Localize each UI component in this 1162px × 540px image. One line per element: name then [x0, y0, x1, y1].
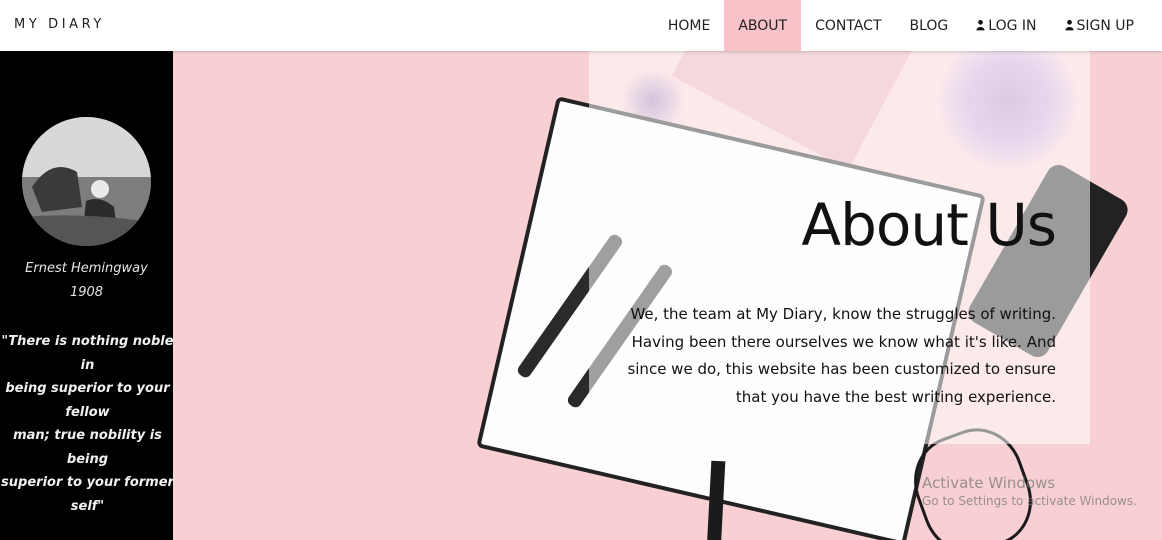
author-year: 1908 — [69, 285, 104, 300]
user-icon — [976, 19, 985, 30]
nav-blog[interactable]: BLOG — [896, 0, 963, 51]
nav-login[interactable]: LOG IN — [962, 0, 1050, 51]
nav-home-label: HOME — [667, 17, 711, 34]
site-brand[interactable]: MY DIARY — [14, 17, 105, 32]
nav-about[interactable]: ABOUT — [724, 0, 802, 51]
about-line: Having been there ourselves we know what… — [631, 332, 1056, 351]
nav-menu: HOME ABOUT CONTACT BLOG LOG IN SIGN UP — [654, 0, 1148, 51]
about-line: We, the team at My Diary, know the strug… — [630, 305, 1056, 323]
author-sidebar: Ernest Hemingway 1908 "There is nothing … — [0, 51, 175, 540]
about-line: since we do, this website has been custo… — [627, 360, 1056, 378]
nav-signup[interactable]: SIGN UP — [1051, 0, 1148, 51]
watermark-subtitle: Go to Settings to activate Windows. — [922, 494, 1137, 508]
nav-home[interactable]: HOME — [654, 0, 724, 51]
about-description: We, the team at My Diary, know the strug… — [616, 301, 1056, 411]
author-name: Ernest Hemingway — [25, 261, 148, 276]
nav-signup-label: SIGN UP — [1076, 17, 1134, 34]
watermark-title: Activate Windows — [922, 474, 1056, 492]
about-card: About Us We, the team at My Diary, know … — [589, 51, 1090, 444]
author-avatar — [22, 117, 151, 246]
top-navbar: MY DIARY HOME ABOUT CONTACT BLOG LOG IN … — [0, 0, 1162, 51]
author-photo — [22, 117, 151, 246]
quote-line: "There is nothing noble in — [1, 334, 174, 373]
nav-contact[interactable]: CONTACT — [801, 0, 895, 51]
author-quote: "There is nothing noble in being superio… — [0, 330, 175, 518]
quote-line: man; true nobility is being — [13, 428, 162, 467]
quote-line: superior to your former self" — [1, 475, 174, 514]
about-title: About Us — [801, 191, 1057, 259]
activate-windows-watermark: Activate Windows Go to Settings to activ… — [922, 474, 1137, 508]
about-line: that you have the best writing experienc… — [735, 387, 1056, 406]
quote-line: being superior to your fellow — [5, 381, 170, 420]
nav-blog-label: BLOG — [909, 17, 949, 34]
nav-contact-label: CONTACT — [815, 17, 882, 34]
user-icon — [1064, 19, 1074, 30]
nav-login-label: LOG IN — [988, 17, 1037, 34]
nav-about-label: ABOUT — [738, 17, 788, 34]
